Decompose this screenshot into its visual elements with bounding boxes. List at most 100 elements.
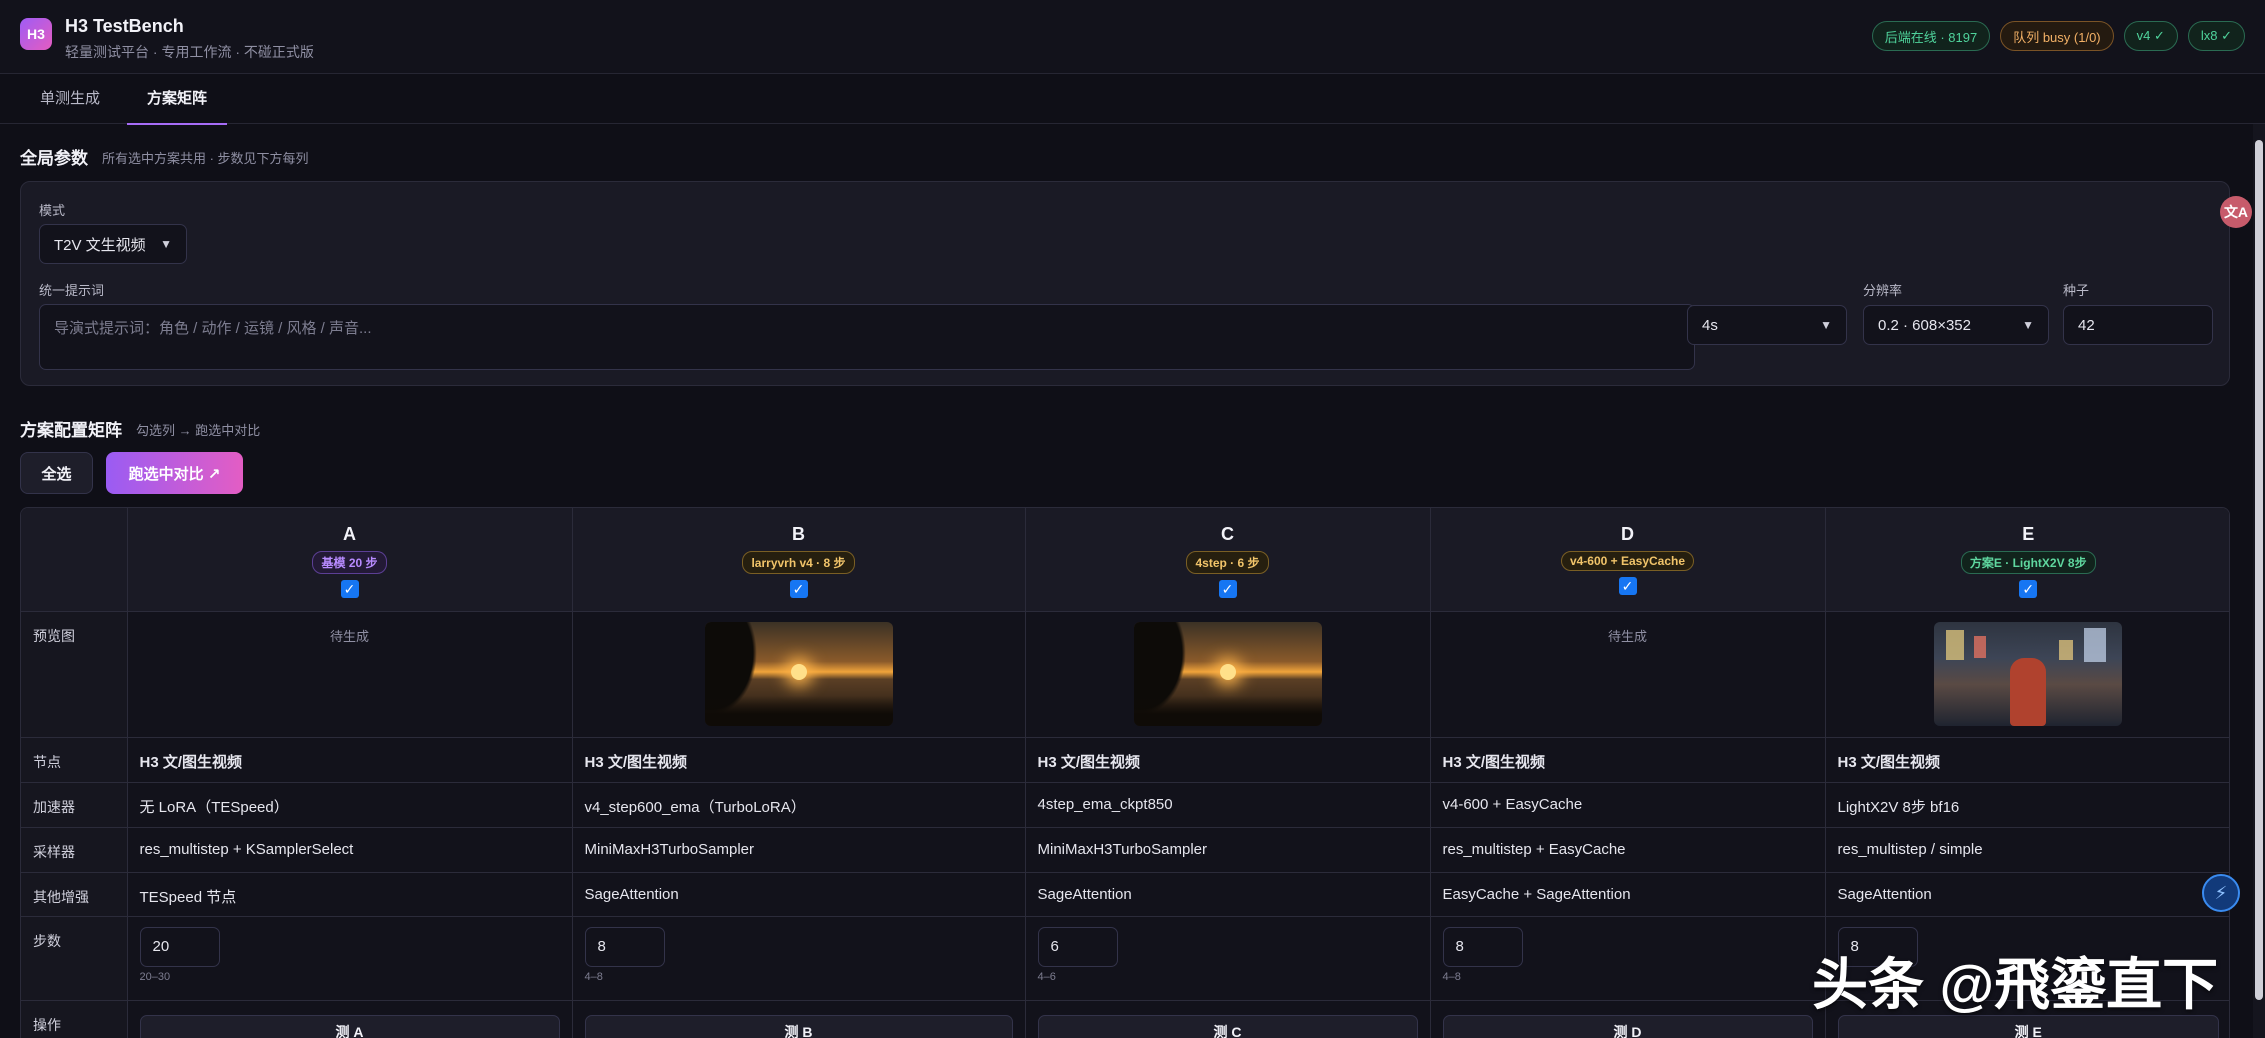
sampler-cell: res_multistep + EasyCache — [1430, 827, 1826, 873]
node-cell: H3 文/图生视频 — [1825, 737, 2229, 783]
column-letter: C — [1221, 524, 1234, 544]
resolution-label: 分辨率 — [1863, 283, 1903, 298]
action-cell-a: 测 A — [127, 1000, 573, 1038]
steps-cell-c: 6 4–6 — [1025, 916, 1431, 1001]
run-selected-button[interactable]: 跑选中对比 ↗ — [106, 452, 243, 494]
app-header: H3 H3 TestBench 轻量测试平台 · 专用工作流 · 不碰正式版 后… — [0, 0, 2265, 74]
tab-single-test[interactable]: 单测生成 — [20, 74, 120, 124]
extras-cell: SageAttention — [572, 872, 1026, 917]
matrix-hint: 勾选列 → 跑选中对比 — [136, 423, 261, 438]
column-checkbox-a[interactable]: ✓ — [340, 580, 359, 598]
preview-cell-c — [1025, 611, 1431, 738]
node-cell: H3 文/图生视频 — [1430, 737, 1826, 783]
matrix-header-row: A 基模 20 步 ✓ B larryvrh v4 · 8 步 ✓ C 4ste… — [21, 508, 2229, 612]
chevron-down-icon: ▼ — [1820, 318, 1832, 332]
row-label: 预览图 — [21, 611, 128, 738]
column-letter: B — [792, 524, 805, 544]
preview-thumbnail-c[interactable] — [1133, 621, 1322, 726]
preview-cell-e — [1825, 611, 2229, 738]
global-params-title: 全局参数 — [20, 149, 88, 168]
row-label: 步数 — [21, 916, 128, 1001]
extras-row: 其他增强 TESpeed 节点 SageAttention SageAttent… — [21, 872, 2229, 917]
row-label: 操作 — [21, 1000, 128, 1038]
node-cell: H3 文/图生视频 — [1025, 737, 1431, 783]
steps-range: 4–8 — [584, 970, 603, 983]
test-c-button[interactable]: 测 C — [1037, 1014, 1418, 1038]
test-d-button[interactable]: 测 D — [1442, 1014, 1813, 1038]
preview-thumbnail-e[interactable] — [1934, 621, 2123, 726]
column-header-e: E 方案E · LightX2V 8步 ✓ — [1825, 508, 2229, 612]
accelerator-cell: v4_step600_ema（TurboLoRA） — [572, 782, 1026, 828]
test-b-button[interactable]: 测 B — [584, 1014, 1013, 1038]
preview-cell-b — [572, 611, 1026, 738]
duration-select-value: 4s — [1702, 316, 1718, 334]
column-checkbox-e[interactable]: ✓ — [2019, 580, 2038, 598]
accelerator-cell: 无 LoRA（TESpeed） — [127, 782, 573, 828]
column-header-d: D v4-600 + EasyCache ✓ — [1430, 508, 1826, 612]
app-logo: H3 — [20, 18, 52, 50]
scheme-tag: 方案E · LightX2V 8步 — [1960, 551, 2096, 574]
accelerator-cell: 4step_ema_ckpt850 — [1025, 782, 1431, 828]
steps-cell-b: 8 4–8 — [572, 916, 1026, 1001]
duration-select[interactable]: 4s ▼ — [1687, 305, 1847, 345]
row-label: 采样器 — [21, 827, 128, 873]
column-checkbox-c[interactable]: ✓ — [1218, 580, 1237, 598]
mode-label: 模式 — [39, 203, 66, 218]
node-cell: H3 文/图生视频 — [127, 737, 573, 783]
extras-cell: SageAttention — [1825, 872, 2229, 917]
steps-input[interactable]: 8 — [584, 926, 665, 967]
prompt-label: 统一提示词 — [39, 283, 105, 298]
column-header-a: A 基模 20 步 ✓ — [127, 508, 573, 612]
assistant-icon[interactable]: ⚡ — [2202, 874, 2240, 912]
page-scrollbar[interactable] — [2253, 124, 2265, 1038]
sampler-row: 采样器 res_multistep + KSamplerSelect MiniM… — [21, 827, 2229, 873]
extras-cell: TESpeed 节点 — [127, 872, 573, 917]
steps-input[interactable]: 8 — [1442, 926, 1523, 967]
pending-text: 待生成 — [1607, 628, 1647, 644]
sampler-cell: MiniMaxH3TurboSampler — [572, 827, 1026, 873]
row-label: 节点 — [21, 737, 128, 783]
test-a-button[interactable]: 测 A — [139, 1014, 560, 1038]
matrix-corner-cell — [21, 508, 128, 612]
tab-bar: 单测生成 方案矩阵 — [0, 74, 2265, 125]
action-cell-d: 测 D — [1430, 1000, 1826, 1038]
mode-select-value: T2V 文生视频 — [54, 236, 146, 254]
column-header-b: B larryvrh v4 · 8 步 ✓ — [572, 508, 1026, 612]
scheme-tag: v4-600 + EasyCache — [1560, 551, 1695, 571]
sampler-cell: res_multistep + KSamplerSelect — [127, 827, 573, 873]
row-label: 加速器 — [21, 782, 128, 828]
translate-icon[interactable]: 文A — [2220, 196, 2252, 228]
scrollbar-thumb[interactable] — [2255, 140, 2263, 1000]
column-letter: E — [2022, 524, 2035, 544]
extras-cell: SageAttention — [1025, 872, 1431, 917]
prompt-textarea[interactable]: 导演式提示词：角色 / 动作 / 运镜 / 风格 / 声音... — [39, 304, 1695, 370]
column-checkbox-b[interactable]: ✓ — [789, 580, 808, 598]
matrix-title: 方案配置矩阵 — [20, 421, 122, 440]
tab-scheme-matrix[interactable]: 方案矩阵 — [127, 74, 228, 125]
watermark: 头条 @飛鎏直下 — [1812, 953, 2219, 1016]
resolution-select[interactable]: 0.2 · 608×352 ▼ — [1863, 305, 2049, 345]
v4-status-badge: v4 ✓ — [2123, 21, 2178, 51]
accelerator-cell: v4-600 + EasyCache — [1430, 782, 1826, 828]
lx8-status-badge: lx8 ✓ — [2187, 21, 2245, 51]
resolution-select-value: 0.2 · 608×352 — [1878, 316, 1971, 334]
seed-label: 种子 — [2063, 283, 2090, 298]
app-subtitle: 轻量测试平台 · 专用工作流 · 不碰正式版 — [65, 44, 314, 60]
global-params-hint: 所有选中方案共用 · 步数见下方每列 — [102, 151, 309, 166]
global-params-card: 模式 T2V 文生视频 ▼ 统一提示词 导演式提示词：角色 / 动作 / 运镜 … — [20, 181, 2230, 386]
status-badges: 后端在线 · 8197 队列 busy (1/0) v4 ✓ lx8 ✓ — [1871, 21, 2245, 51]
steps-input[interactable]: 20 — [139, 926, 220, 967]
steps-input[interactable]: 6 — [1037, 926, 1118, 967]
preview-thumbnail-b[interactable] — [704, 621, 893, 726]
select-all-button[interactable]: 全选 — [20, 452, 93, 494]
column-checkbox-d[interactable]: ✓ — [1618, 577, 1637, 595]
action-cell-c: 测 C — [1025, 1000, 1431, 1038]
queue-status-badge: 队列 busy (1/0) — [2000, 21, 2114, 51]
chevron-down-icon: ▼ — [160, 237, 172, 251]
steps-cell-a: 20 20–30 — [127, 916, 573, 1001]
steps-cell-d: 8 4–8 — [1430, 916, 1826, 1001]
sampler-cell: res_multistep / simple — [1825, 827, 2229, 873]
mode-select[interactable]: T2V 文生视频 ▼ — [39, 224, 187, 264]
column-header-c: C 4step · 6 步 ✓ — [1025, 508, 1431, 612]
seed-input[interactable]: 42 — [2063, 305, 2213, 345]
